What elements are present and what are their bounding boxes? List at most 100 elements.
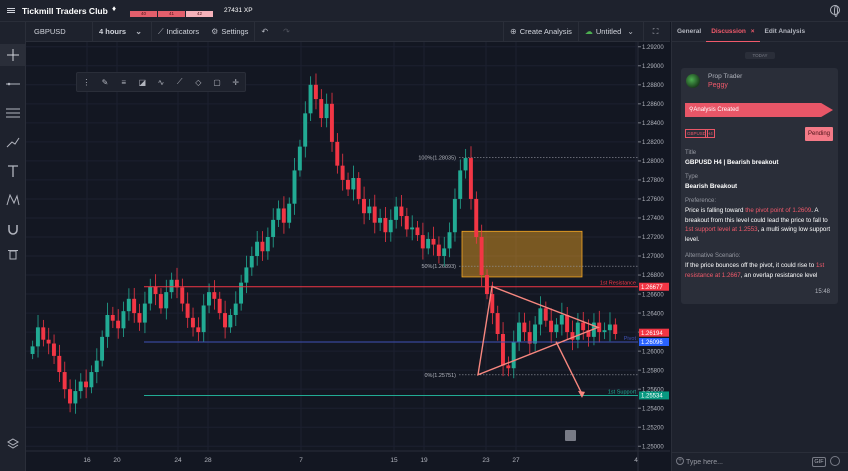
close-icon[interactable]: × xyxy=(751,28,755,35)
curve-icon[interactable]: ∿ xyxy=(152,73,171,91)
candle-body xyxy=(559,314,564,325)
drag-handle-icon[interactable]: ⋮ xyxy=(77,73,96,91)
undo-icon: ↶ xyxy=(261,27,269,36)
layers-icon[interactable] xyxy=(0,433,26,455)
candle-body xyxy=(153,286,158,295)
candle-body xyxy=(244,267,249,283)
candle-body xyxy=(522,322,527,333)
message-timestamp: 15:48 xyxy=(814,289,830,295)
price-tick-label: 1.25200 xyxy=(642,425,664,431)
price-tick-label: 1.25000 xyxy=(642,444,664,450)
indicators-button[interactable]: ⟋ Indicators xyxy=(152,22,205,42)
candle-body xyxy=(420,235,425,249)
xp-level-segment: 40 xyxy=(130,10,157,17)
interval-selector[interactable]: 4 hours ⌄ xyxy=(93,22,151,42)
brush-icon[interactable] xyxy=(0,131,26,153)
author-name[interactable]: Peggy xyxy=(708,82,728,89)
candle-body xyxy=(501,334,505,366)
candle-body xyxy=(68,389,72,404)
crosshair-icon[interactable]: ✛ xyxy=(226,73,245,91)
redo-icon: ↷ xyxy=(283,27,290,36)
pencil-icon[interactable]: ✎ xyxy=(96,73,115,91)
candle-body xyxy=(217,298,222,314)
price-tick-label: 1.26400 xyxy=(642,311,664,317)
crosshair-icon[interactable] xyxy=(0,44,26,66)
candle-body xyxy=(84,381,88,388)
candle-body xyxy=(356,178,361,199)
price-chart[interactable]: 1.29200 1.29000 1.28800 1.28600 1.28400 1.282… xyxy=(26,42,670,471)
price-tick-label: 1.27200 xyxy=(642,235,664,241)
tab-edit-analysis[interactable]: Edit Analysis xyxy=(760,22,811,42)
magnet-icon[interactable] xyxy=(0,218,26,240)
line-icon[interactable]: ⟋ xyxy=(170,73,189,91)
settings-label: Settings xyxy=(221,27,249,36)
candle-body xyxy=(613,324,618,335)
redo-button[interactable]: ↷ xyxy=(277,22,299,42)
message-input[interactable] xyxy=(686,455,811,469)
fib-retracement-icon[interactable] xyxy=(0,102,26,124)
candle-body xyxy=(207,292,211,306)
candle-body xyxy=(265,236,270,252)
text-icon[interactable] xyxy=(0,160,26,182)
date-tick-label: 23 xyxy=(482,457,490,464)
candle-body xyxy=(41,327,46,340)
candle-body xyxy=(394,206,399,220)
projection-arrow[interactable] xyxy=(555,341,583,395)
top-bar: Tickmill Traders Club ♦ 40 41 42 27431 X… xyxy=(0,0,848,22)
rectangle-icon[interactable]: ▢ xyxy=(208,73,227,91)
menu-icon[interactable] xyxy=(0,0,22,22)
price-tick-label: 1.29200 xyxy=(642,45,664,51)
candle-body xyxy=(276,208,281,220)
candle-body xyxy=(121,311,126,329)
globe-icon[interactable] xyxy=(830,5,840,17)
candle-body xyxy=(260,241,265,252)
price-tick-label: 1.25800 xyxy=(642,368,664,374)
paint-icon[interactable]: ◪ xyxy=(133,73,152,91)
price-tick-label: 1.28600 xyxy=(642,102,664,108)
candle-body xyxy=(62,372,67,390)
candle-body xyxy=(581,322,586,331)
candle-body xyxy=(308,84,313,114)
layout-selector[interactable]: ☁ Untitled ⌄ xyxy=(579,22,643,42)
avatar[interactable] xyxy=(686,74,700,88)
horizontal-line-icon[interactable] xyxy=(0,73,26,95)
status-badge: Pending xyxy=(805,127,833,141)
candle-body xyxy=(185,303,190,318)
eraser-icon[interactable]: ◇ xyxy=(189,73,208,91)
candle-body xyxy=(565,314,570,333)
candle-body xyxy=(442,248,447,257)
settings-button[interactable]: ⚙ Settings xyxy=(205,22,254,42)
undo-button[interactable]: ↶ xyxy=(255,22,277,42)
candle-body xyxy=(324,103,329,119)
candle-body xyxy=(137,313,142,323)
gif-button[interactable]: GIF xyxy=(812,457,826,467)
price-label-text: 1.26677 xyxy=(641,285,663,291)
symbol-selector[interactable]: GBPUSD xyxy=(26,22,92,42)
message-composer: + GIF xyxy=(672,452,848,471)
trash-icon[interactable] xyxy=(0,243,26,265)
indicators-label: Indicators xyxy=(166,27,200,36)
lightbulb-icon[interactable] xyxy=(565,430,576,441)
layout-label: Untitled xyxy=(595,27,622,36)
candle-body xyxy=(100,336,105,361)
alternative-label: Alternative Scenario: xyxy=(685,253,741,259)
attach-icon[interactable]: + xyxy=(676,457,684,465)
pattern-icon[interactable] xyxy=(0,189,26,211)
candle-body xyxy=(180,287,185,304)
line-style-icon[interactable]: ≡ xyxy=(114,73,133,91)
chart-canvas[interactable]: 1.29200 1.29000 1.28800 1.28600 1.28400 1.282… xyxy=(26,42,670,471)
candle-body xyxy=(46,339,51,344)
tab-general[interactable]: General xyxy=(672,22,706,42)
fullscreen-icon: ⛶ xyxy=(652,26,659,36)
candle-body xyxy=(126,298,131,312)
candle-body xyxy=(383,217,388,233)
emoji-icon[interactable] xyxy=(830,456,840,466)
status-banner-label: Analysis Created xyxy=(693,107,739,113)
candle-body xyxy=(506,365,511,369)
fullscreen-button[interactable]: ⛶ xyxy=(644,22,670,42)
candle-body xyxy=(292,170,297,204)
candle-body xyxy=(142,303,147,323)
candle-body xyxy=(452,198,457,233)
create-analysis-button[interactable]: ⊕ Create Analysis xyxy=(504,22,578,42)
tab-discussion[interactable]: Discussion × xyxy=(706,22,760,42)
